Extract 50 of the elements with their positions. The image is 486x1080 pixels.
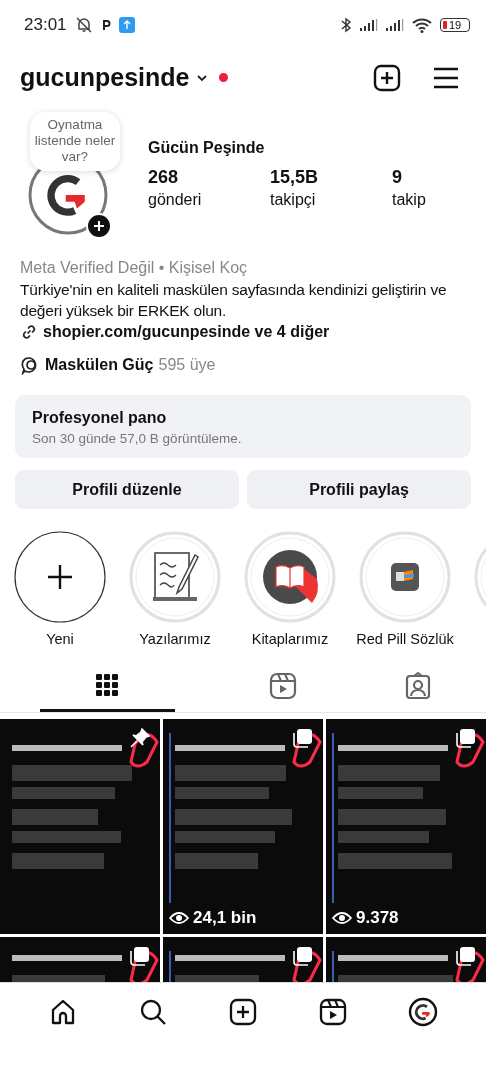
muted-bell-icon xyxy=(74,16,93,34)
view-count: 9.378 xyxy=(356,908,399,928)
tagged-person-icon xyxy=(404,672,433,700)
create-icon[interactable] xyxy=(373,63,401,92)
highlight-cover[interactable] xyxy=(244,531,336,623)
eye-icon xyxy=(332,911,352,925)
view-count: 24,1 bin xyxy=(193,908,257,928)
stat-value[interactable]: 268 xyxy=(148,167,270,188)
signal-icon xyxy=(386,19,404,31)
link-icon xyxy=(20,323,38,341)
bio-text: Türkiye'nin en kaliteli maskülen sayfasında kendinizi geliştirin ve değeri yüksek bir ERKEK olun. xyxy=(20,280,448,321)
parking-icon xyxy=(100,18,111,32)
profile-name: Gücün Peşinde xyxy=(148,139,266,157)
account-username[interactable]: gucunpesinde xyxy=(20,63,190,92)
stat-label[interactable]: takipçi xyxy=(270,191,392,209)
stat-label[interactable]: gönderi xyxy=(148,191,270,209)
new-highlight-button[interactable] xyxy=(14,531,106,623)
stat-value[interactable]: 9 xyxy=(392,167,472,188)
profile-category: Meta Verified Değil • Kişisel Koç xyxy=(20,258,249,278)
dashboard-subtitle: Son 30 günde 57,0 B görüntüleme. xyxy=(32,431,243,446)
channel-name[interactable]: Maskülen Güç xyxy=(45,356,154,374)
add-story-icon[interactable] xyxy=(86,213,112,239)
profile-avatar[interactable] xyxy=(407,996,439,1028)
wifi-icon xyxy=(412,17,432,33)
profile-link[interactable]: shopier.com/gucunpesinde ve 4 diğer xyxy=(43,323,330,341)
highlight-title[interactable]: Yazılarımız xyxy=(139,631,211,647)
highlight-title[interactable]: Kitaplarımız xyxy=(251,631,329,647)
highlight-title[interactable]: Yeni xyxy=(46,631,74,647)
reels-icon[interactable] xyxy=(317,996,349,1028)
bluetooth-icon xyxy=(340,17,352,33)
create-icon[interactable] xyxy=(227,996,259,1028)
dashboard-card[interactable]: Profesyonel pano Son 30 günde 57,0 B görüntüleme. xyxy=(15,395,471,458)
reels-icon xyxy=(269,672,297,700)
highlight-cover[interactable] xyxy=(129,531,221,623)
signal-icon xyxy=(360,19,378,31)
highlight-cover[interactable] xyxy=(359,531,451,623)
note-tooltip[interactable]: Oynatma listende neler var? xyxy=(30,112,120,171)
profile-button[interactable]: Profili düzenle xyxy=(15,470,239,509)
member-count: 595 üye xyxy=(158,356,216,374)
menu-icon[interactable] xyxy=(433,65,459,90)
clock-time: 23:01 xyxy=(24,15,67,35)
dashboard-title: Profesyonel pano xyxy=(32,409,168,427)
upload-icon xyxy=(118,17,135,33)
chevron-down-icon[interactable] xyxy=(195,72,210,83)
eye-icon xyxy=(169,911,189,925)
stat-value[interactable]: 15,5B xyxy=(270,167,392,188)
profile-button[interactable]: Profili paylaş xyxy=(247,470,471,509)
highlight-title[interactable]: Red Pill Sözlük xyxy=(356,631,454,647)
battery-indicator: 19 xyxy=(440,18,470,32)
stat-label[interactable]: takip xyxy=(392,191,472,209)
